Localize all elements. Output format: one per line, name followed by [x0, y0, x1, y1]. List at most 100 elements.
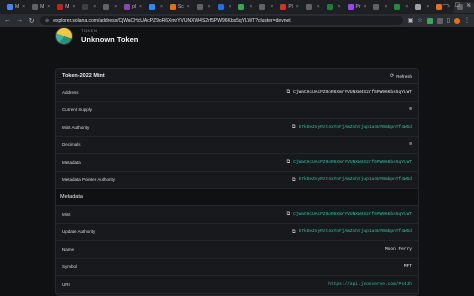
detail-row: URI https://api.jsonserve.com/Ps4Jh [56, 276, 418, 294]
tab-close-icon[interactable]: × [270, 4, 273, 10]
url-field[interactable]: ⊜ explorer.solana.com/address/CjWaCHcUAc… [40, 16, 403, 25]
browser-tab[interactable]: M × [29, 2, 53, 13]
back-icon[interactable]: ← [4, 17, 11, 24]
close-window-icon[interactable]: ✕ [466, 2, 471, 9]
bookmark-star-icon[interactable]: ☆ [417, 17, 422, 24]
browser-tab[interactable]: × [194, 2, 214, 13]
copy-icon[interactable]: ⧉ [287, 89, 291, 95]
row-value-text[interactable]: G7kDeZvyRzt4xYnFjAmZohtjup1a4UYBmbpnTf4W… [299, 177, 412, 182]
tab-close-icon[interactable]: × [317, 4, 320, 10]
minimize-icon[interactable]: — [443, 2, 449, 9]
browser-tab[interactable]: × [235, 2, 255, 13]
browser-tab[interactable]: M × [4, 2, 28, 13]
copy-icon[interactable]: ⧉ [292, 177, 296, 183]
tab-close-icon[interactable]: × [139, 4, 142, 10]
copy-icon[interactable]: ⧉ [292, 124, 296, 130]
browser-tab[interactable]: × [324, 2, 344, 13]
browser-tab[interactable]: × [256, 2, 276, 13]
browser-tab[interactable]: × [79, 2, 99, 13]
tab-close-icon[interactable]: × [296, 4, 299, 10]
tab-close-icon[interactable]: × [364, 4, 367, 10]
row-value-text[interactable]: G7kDeZvyRzt4xYnFjAmZohtjup1a4UYBmbpnTf4W… [299, 229, 412, 234]
metadata-section-title: Metadata [56, 189, 418, 206]
tab-favicon-icon [373, 4, 380, 10]
browser-tab[interactable]: × [303, 2, 323, 13]
tab-close-icon[interactable]: × [187, 4, 190, 10]
tab-close-icon[interactable]: × [405, 4, 408, 10]
row-value: Moon Ferry [385, 247, 412, 252]
refresh-button[interactable]: ⟳ Refresh [390, 73, 412, 79]
row-label: URI [62, 281, 70, 287]
row-value: ⧉ CjWaCHcUAcPZ9oR6XmrYVUNXW4S2rf5PW96Kbs5… [287, 89, 412, 95]
browser-tab[interactable]: Pl × [277, 2, 301, 13]
detail-row: Address ⧉ CjWaCHcUAcPZ9oR6XmrYVUNXW4S2rf5P… [56, 84, 418, 102]
tab-close-icon[interactable]: × [229, 4, 232, 10]
row-value-text: 0 [409, 107, 412, 113]
tab-close-icon[interactable]: × [114, 4, 117, 10]
copy-icon[interactable]: ⧉ [287, 211, 291, 217]
browser-tab[interactable]: M × [54, 2, 78, 13]
row-label: Metadata Pointer Authority [62, 177, 116, 183]
tab-favicon-icon [124, 4, 131, 10]
site-info-icon[interactable]: ⊜ [45, 18, 49, 24]
browser-tab[interactable]: Sc × [167, 2, 193, 13]
browser-tab[interactable]: × [391, 2, 411, 13]
row-value-text[interactable]: CjWaCHcUAcPZ9oR6XmrYVUNXW4S2rf5PW96Kbs5q… [293, 212, 412, 217]
browser-tab[interactable]: × [412, 2, 432, 13]
row-value-text: 9 [409, 142, 412, 148]
forward-icon[interactable]: → [16, 17, 23, 24]
tab-close-icon[interactable]: × [384, 4, 387, 10]
tab-close-icon[interactable]: × [338, 4, 341, 10]
sidepanel-icon[interactable]: ▯ [447, 17, 450, 24]
browser-tab[interactable]: × [215, 2, 235, 13]
detail-row: Name Moon Ferry [56, 241, 418, 259]
browser-tab[interactable]: × [146, 2, 166, 13]
window-controls: — ☐ ✕ [443, 2, 471, 9]
tab-close-icon[interactable]: × [426, 4, 429, 10]
screenshot-icon[interactable]: ▣ [408, 17, 414, 24]
row-value-link[interactable]: ⧉ G7kDeZvyRzt4xYnFjAmZohtjup1a4UYBmbpnTf4… [292, 229, 412, 235]
tab-label: Pr [355, 4, 361, 10]
tab-favicon-icon [347, 4, 354, 10]
row-value-text[interactable]: https://api.jsonserve.com/Ps4Jh [328, 282, 412, 287]
tab-close-icon[interactable]: × [72, 4, 75, 10]
tab-close-icon[interactable]: × [208, 4, 211, 10]
tab-close-icon[interactable]: × [47, 4, 50, 10]
row-value-text: MFT [403, 264, 412, 270]
tab-favicon-icon [326, 4, 333, 10]
copy-icon[interactable]: ⧉ [292, 229, 296, 235]
row-value-link[interactable]: ⧉ CjWaCHcUAcPZ9oR6XmrYVUNXW4S2rf5PW96Kbs5… [287, 159, 412, 165]
tab-close-icon[interactable]: × [249, 4, 252, 10]
browser-tab[interactable]: pl × [121, 2, 145, 13]
row-value-link[interactable]: ⧉ G7kDeZvyRzt4xYnFjAmZohtjup1a4UYBmbpnTf4… [292, 124, 412, 130]
row-value-link[interactable]: https://api.jsonserve.com/Ps4Jh [328, 282, 412, 287]
browser-tab[interactable]: × [100, 2, 120, 13]
tab-favicon-icon [57, 4, 64, 10]
tab-label: M [15, 4, 20, 10]
row-value-link[interactable]: ⧉ G7kDeZvyRzt4xYnFjAmZohtjup1a4UYBmbpnTf4… [292, 177, 412, 183]
tab-label: Pl [288, 4, 293, 10]
tab-close-icon[interactable]: × [160, 4, 163, 10]
url-text[interactable]: explorer.solana.com/address/CjWaCHcUAcPZ… [53, 18, 290, 24]
maximize-icon[interactable]: ☐ [455, 2, 460, 9]
tab-close-icon[interactable]: × [22, 4, 25, 10]
token-header: TOKEN Unknown Token [55, 27, 138, 45]
row-value-text[interactable]: CjWaCHcUAcPZ9oR6XmrYVUNXW4S2rf5PW96Kbs5q… [293, 160, 412, 165]
tab-favicon-icon [259, 4, 266, 10]
card-header: Token-2022 Mint ⟳ Refresh [56, 69, 418, 84]
row-value-text[interactable]: G7kDeZvyRzt4xYnFjAmZohtjup1a4UYBmbpnTf4W… [299, 125, 412, 130]
detail-row: Update Authority ⧉ G7kDeZvyRzt4xYnFjAmZoht… [56, 224, 418, 241]
menu-kebab-icon[interactable]: ⋮ [464, 17, 470, 24]
browser-tab[interactable]: Pr × [345, 2, 370, 13]
row-value-link[interactable]: ⧉ CjWaCHcUAcPZ9oR6XmrYVUNXW4S2rf5PW96Kbs5… [287, 211, 412, 217]
extension-icon[interactable] [426, 17, 433, 24]
profile-avatar[interactable] [454, 17, 460, 24]
row-label: Current Supply [62, 107, 93, 113]
copy-icon[interactable]: ⧉ [287, 159, 291, 165]
tab-close-icon[interactable]: × [93, 4, 96, 10]
browser-tab[interactable]: × [370, 2, 390, 13]
row-label: Address [62, 89, 79, 95]
reload-icon[interactable]: ↻ [28, 17, 35, 25]
extensions-puzzle-icon[interactable] [436, 17, 443, 24]
row-label: Symbol [62, 264, 78, 270]
